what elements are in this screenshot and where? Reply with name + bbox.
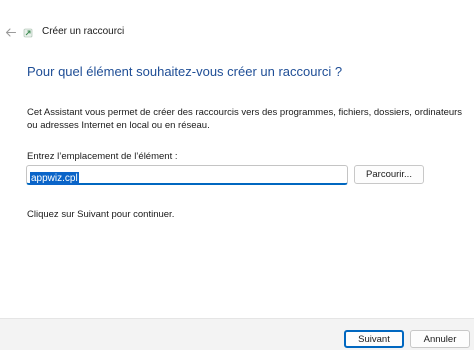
wizard-description: Cet Assistant vous permet de créer des r… <box>27 107 463 131</box>
next-button[interactable]: Suivant <box>344 330 404 348</box>
wizard-footer: Suivant Annuler <box>0 318 474 350</box>
window-title: Créer un raccourci <box>42 26 125 37</box>
back-arrow-icon <box>5 27 16 37</box>
page-heading: Pour quel élément souhaitez-vous créer u… <box>27 64 343 79</box>
shortcut-icon <box>23 28 33 38</box>
location-input[interactable]: appwiz.cpl <box>26 165 348 185</box>
wizard-header: Créer un raccourci <box>0 22 474 44</box>
continue-hint: Cliquez sur Suivant pour continuer. <box>27 209 175 220</box>
location-label: Entrez l’emplacement de l’élément : <box>27 151 178 162</box>
location-input-value: appwiz.cpl <box>30 172 79 185</box>
cancel-button[interactable]: Annuler <box>410 330 470 348</box>
back-button[interactable] <box>2 24 18 40</box>
browse-button[interactable]: Parcourir... <box>354 165 424 184</box>
create-shortcut-wizard: Créer un raccourci Pour quel élément sou… <box>0 0 474 350</box>
